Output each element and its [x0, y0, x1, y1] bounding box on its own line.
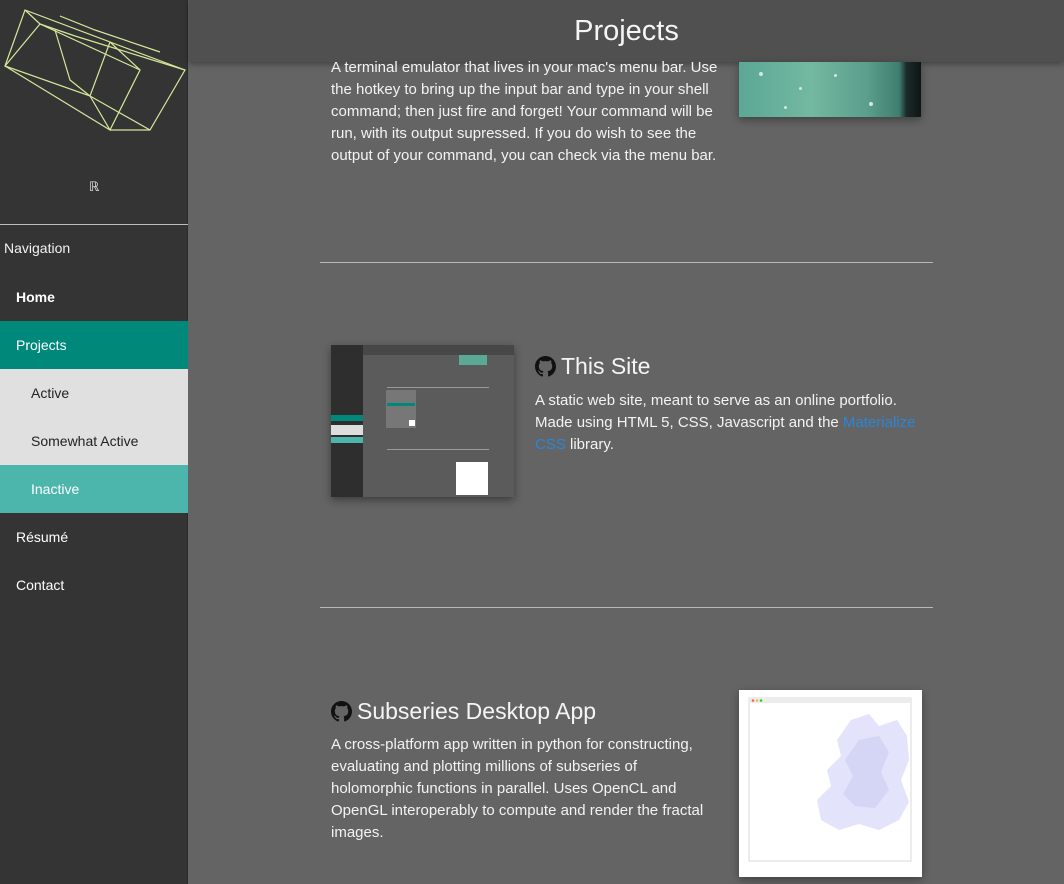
project-title-text: Subseries Desktop App [357, 698, 597, 724]
site-mark: ℝ [88, 180, 100, 195]
project-screenshot[interactable] [739, 690, 922, 877]
wireframe-cube-logo[interactable] [0, 0, 188, 160]
github-icon[interactable] [535, 356, 556, 377]
project-title: Subseries Desktop App [331, 698, 596, 725]
sidebar-divider [0, 224, 188, 225]
project-screenshot[interactable] [331, 345, 514, 497]
sidebar-item-projects[interactable]: Projects [0, 321, 188, 369]
section-divider [320, 262, 933, 263]
project-description: A terminal emulator that lives in your m… [331, 59, 718, 164]
sidebar-item-inactive[interactable]: Inactive [0, 465, 188, 513]
project-title: This Site [535, 353, 650, 380]
github-icon[interactable] [331, 701, 352, 722]
nav-header: Navigation [4, 240, 71, 256]
project-description: A cross-platform app written in python f… [331, 736, 704, 841]
sidebar-item-somewhat-active[interactable]: Somewhat Active [0, 417, 188, 465]
section-divider [320, 607, 933, 608]
sidebar-item-contact[interactable]: Contact [0, 561, 188, 609]
fractal-preview [748, 697, 912, 862]
project-screenshot[interactable] [739, 62, 921, 117]
project-title-text: This Site [561, 353, 651, 379]
page-header: Projects [189, 0, 1064, 62]
project-description: A static web site, meant to serve as an … [535, 390, 920, 456]
page-title: Projects [574, 15, 679, 47]
sidebar-item-active[interactable]: Active [0, 369, 188, 417]
sidebar-item-home[interactable]: Home [0, 273, 188, 321]
description-text: library. [565, 436, 614, 453]
sidebar: ℝ Navigation Home Projects Active Somewh… [0, 0, 188, 884]
sidebar-item-resume[interactable]: Résumé [0, 513, 188, 561]
